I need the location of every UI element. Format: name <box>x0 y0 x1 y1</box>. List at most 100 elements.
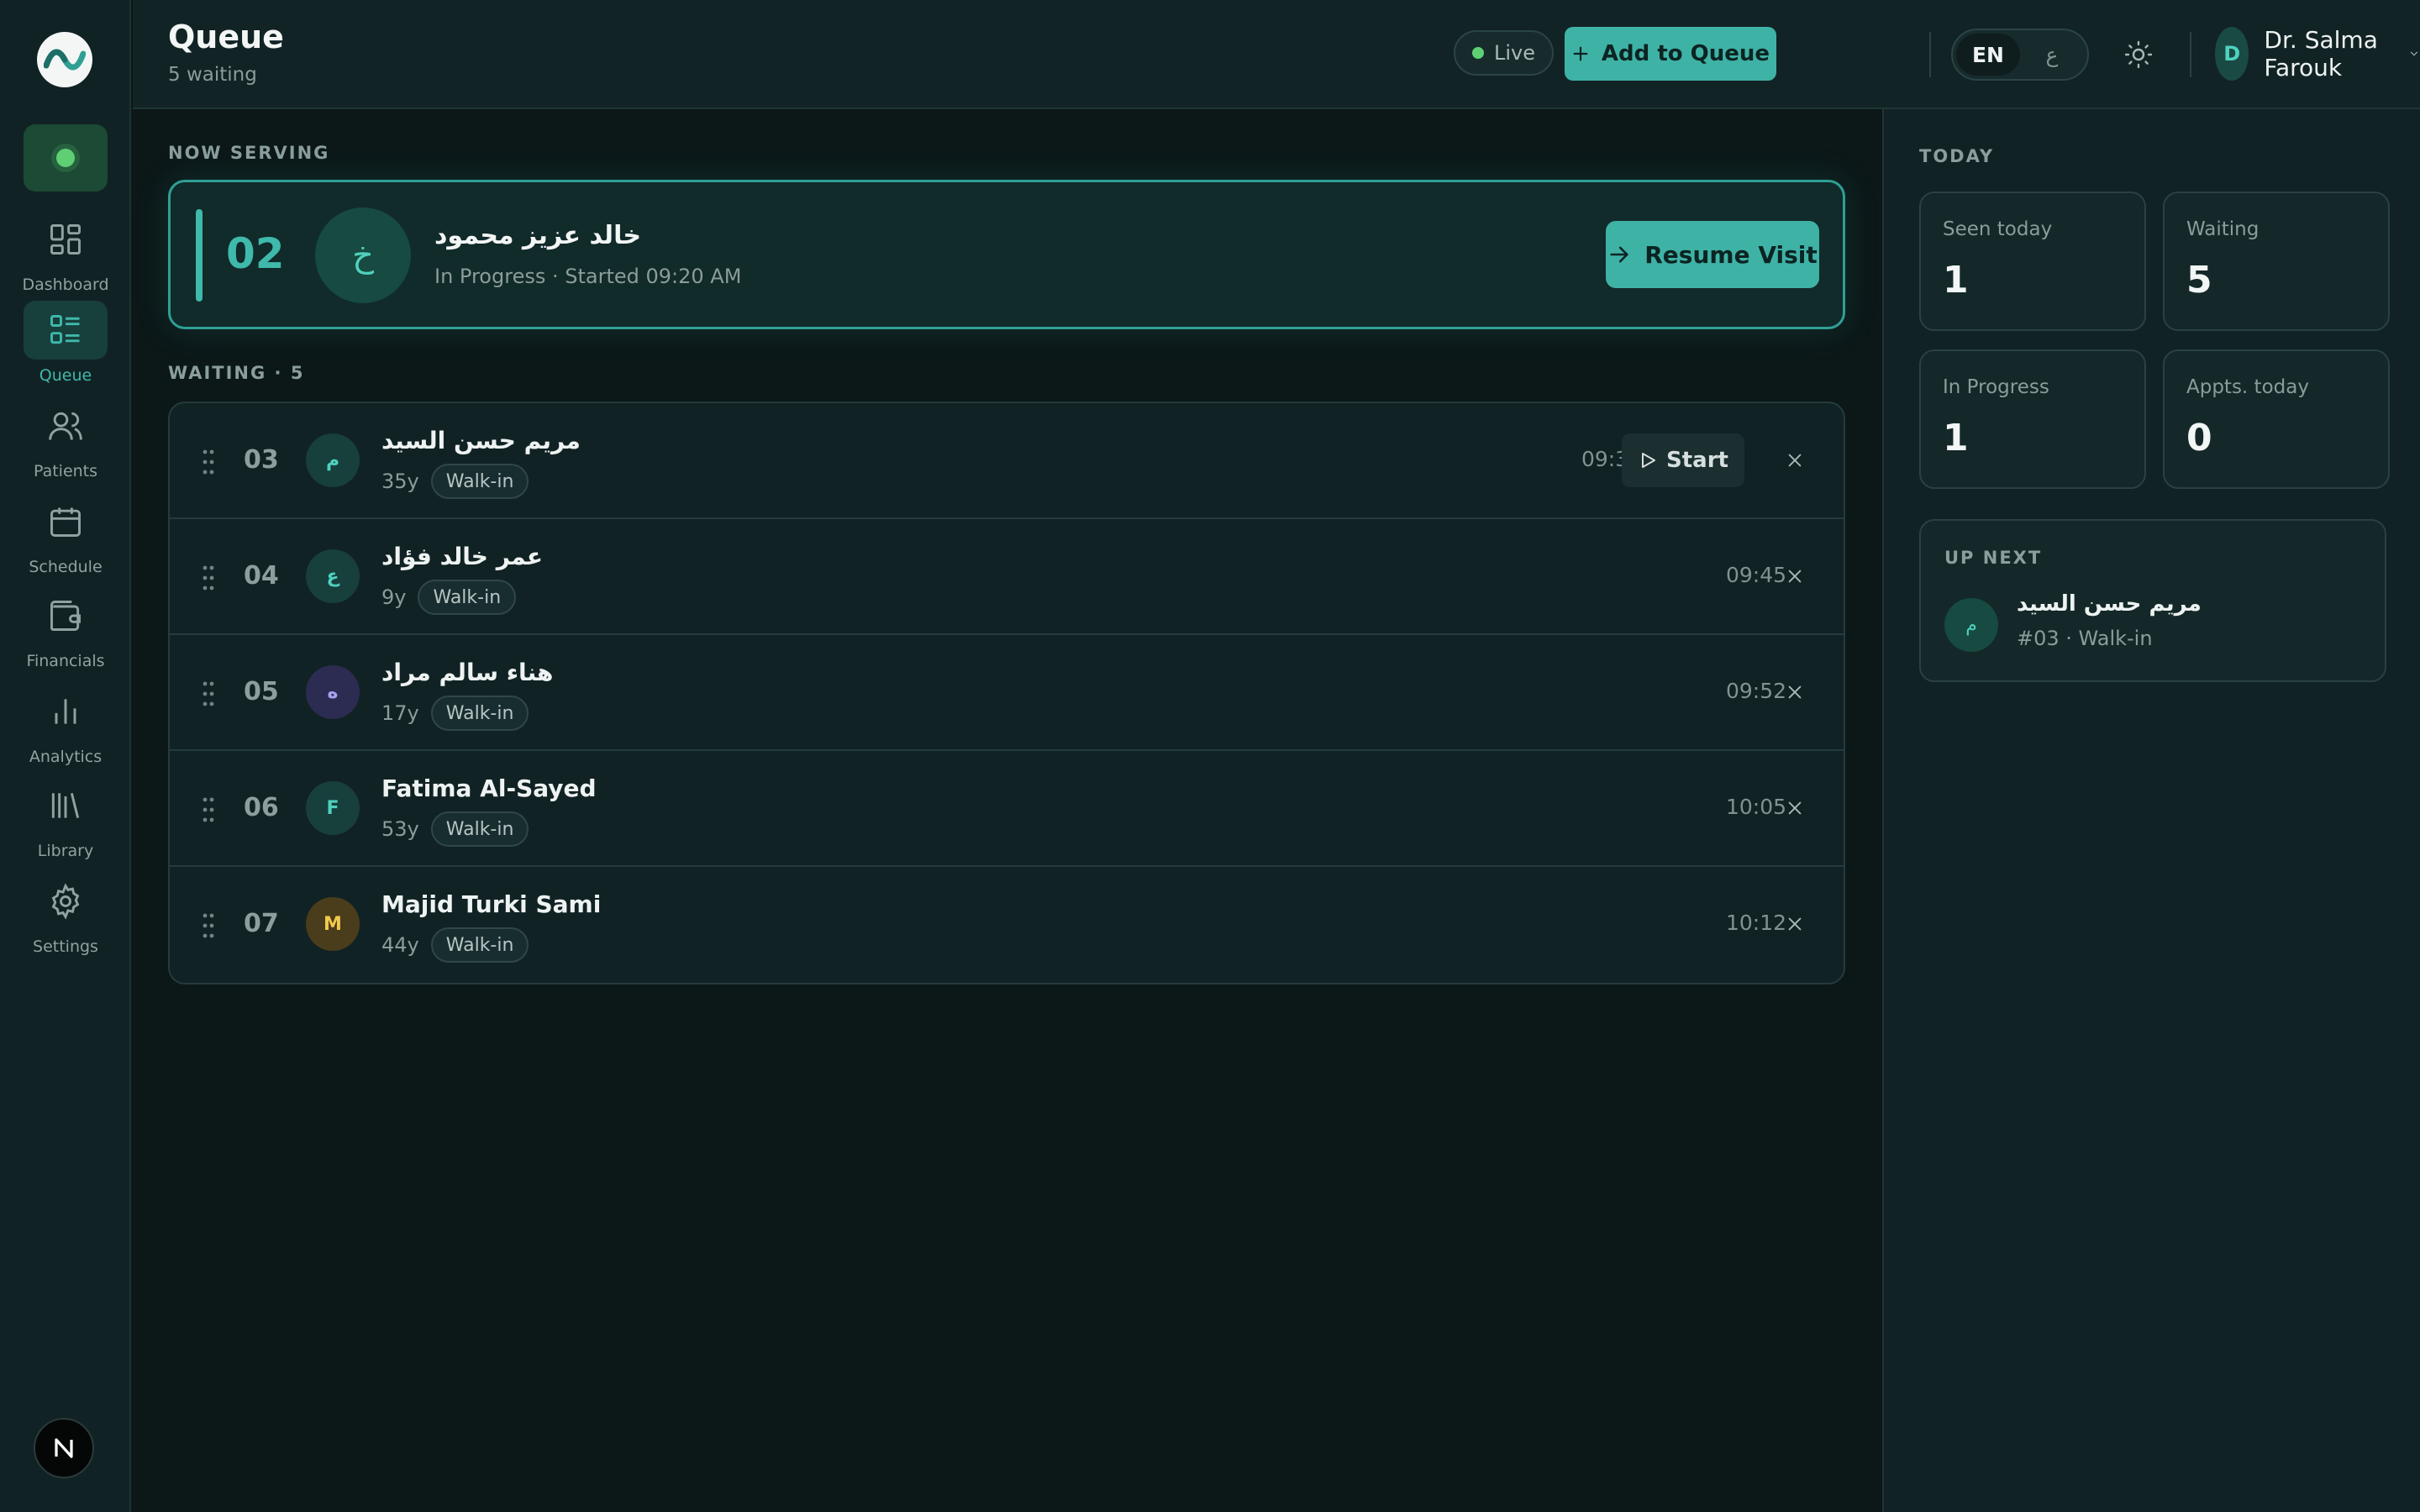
waiting-queue-list: 03 م مريم حسن السيد 35y Walk-in 09:30 St… <box>168 402 1845 984</box>
now-serving-card: 02 خ خالد عزيز محمود In Progress · Start… <box>168 180 1845 329</box>
up-next-meta: #03 · Walk-in <box>2017 627 2153 650</box>
patient-name[interactable]: Fatima Al-Sayed <box>381 774 597 802</box>
start-visit-button[interactable]: Start <box>1622 433 1744 487</box>
visit-type-tag: Walk-in <box>430 811 529 847</box>
patient-name[interactable]: هناء سالم مراد <box>381 659 553 686</box>
remove-from-queue-button[interactable] <box>1780 793 1810 823</box>
queue-row[interactable]: 05 ه هناء سالم مراد 17y Walk-in 09:52 <box>170 635 1844 751</box>
add-to-queue-button[interactable]: Add to Queue <box>1565 27 1776 81</box>
theme-toggle-button[interactable] <box>2118 34 2160 76</box>
sidebar-item-patients[interactable]: Patients <box>0 396 131 480</box>
lang-option-ar[interactable]: ع <box>2020 34 2084 76</box>
serving-status: In Progress · Started 09:20 AM <box>434 265 742 288</box>
patient-age: 17y <box>381 701 419 725</box>
online-status-tile[interactable] <box>24 124 108 192</box>
drag-handle-icon[interactable] <box>202 680 215 707</box>
user-menu[interactable]: D Dr. Salma Farouk <box>2215 26 2420 81</box>
waiting-heading: WAITING · 5 <box>168 363 305 383</box>
patient-name[interactable]: عمر خالد فؤاد <box>381 543 543 570</box>
up-next-card[interactable]: UP NEXT م مريم حسن السيد #03 · Walk-in <box>1919 519 2386 682</box>
drag-handle-icon[interactable] <box>202 564 215 591</box>
queue-row[interactable]: 07 M Majid Turki Sami 44y Walk-in 10:12 <box>170 867 1844 983</box>
queue-time: 10:12 <box>1726 911 1787 935</box>
sidebar-item-label: Settings <box>33 937 98 956</box>
today-heading: TODAY <box>1919 146 1995 166</box>
calendar-icon <box>50 507 81 537</box>
chevron-down-icon <box>2411 51 2418 56</box>
remove-from-queue-button[interactable] <box>1780 909 1810 939</box>
queue-time: 09:45 <box>1726 563 1787 587</box>
now-serving-heading: NOW SERVING <box>168 143 330 163</box>
queue-time: 09:52 <box>1726 679 1787 703</box>
sidebar-item-schedule[interactable]: Schedule <box>0 492 131 576</box>
up-next-patient-name: مريم حسن السيد <box>2017 591 2202 617</box>
sidebar-item-label: Schedule <box>29 558 103 576</box>
sidebar-item-label: Analytics <box>29 748 103 766</box>
sidebar-item-financials[interactable]: Financials <box>0 586 131 670</box>
remove-from-queue-button[interactable] <box>1780 677 1810 707</box>
patient-name[interactable]: مريم حسن السيد <box>381 427 581 454</box>
visit-type-tag: Walk-in <box>430 696 529 731</box>
patient-avatar: M <box>306 897 360 951</box>
language-toggle[interactable]: EN ع <box>1951 29 2089 81</box>
top-header: Queue 5 waiting Live Add to Queue EN ع D… <box>133 0 2420 109</box>
gear-icon <box>51 883 80 920</box>
sidebar-item-settings[interactable]: Settings <box>0 872 131 956</box>
queue-row[interactable]: 03 م مريم حسن السيد 35y Walk-in 09:30 St… <box>170 403 1844 519</box>
sidebar-item-label: Dashboard <box>22 276 109 294</box>
queue-row[interactable]: 04 ع عمر خالد فؤاد 9y Walk-in 09:45 <box>170 519 1844 635</box>
resume-visit-label: Resume Visit <box>1644 240 1818 269</box>
close-icon <box>1788 685 1802 699</box>
close-icon <box>1788 801 1802 815</box>
sidebar-item-dashboard[interactable]: Dashboard <box>0 210 131 294</box>
n-logo-icon <box>55 1438 73 1458</box>
patient-avatar: F <box>306 781 360 835</box>
stat-value: 0 <box>2186 417 2212 459</box>
sidebar-item-label: Patients <box>33 462 98 480</box>
library-icon <box>51 792 80 819</box>
queue-number: 07 <box>244 909 279 938</box>
serving-accent-bar <box>196 209 203 302</box>
sidebar-item-queue[interactable]: Queue <box>0 301 131 385</box>
dashboard-icon <box>50 224 81 255</box>
user-name: Dr. Salma Farouk <box>2264 26 2378 81</box>
patient-age: 9y <box>381 585 407 609</box>
queue-number: 03 <box>244 445 279 475</box>
stat-value: 5 <box>2186 259 2212 302</box>
stat-card-appointments-today: Appts. today 0 <box>2163 349 2390 489</box>
sidebar-item-library[interactable]: Library <box>0 776 131 860</box>
wallet-icon <box>50 601 81 631</box>
remove-from-queue-button[interactable] <box>1780 445 1810 475</box>
add-to-queue-label: Add to Queue <box>1601 41 1770 66</box>
stat-value: 1 <box>1943 417 1969 459</box>
drag-handle-icon[interactable] <box>202 912 215 939</box>
online-status-dot <box>56 149 75 167</box>
sidebar-item-analytics[interactable]: Analytics <box>0 682 131 766</box>
header-divider <box>2190 32 2191 77</box>
lang-option-en[interactable]: EN <box>1956 34 2020 76</box>
drag-handle-icon[interactable] <box>202 796 215 823</box>
users-icon <box>49 412 82 440</box>
app-logo[interactable] <box>37 32 92 87</box>
close-icon <box>1788 917 1802 931</box>
start-label: Start <box>1666 448 1728 473</box>
drag-handle-icon[interactable] <box>202 449 215 475</box>
up-next-heading: UP NEXT <box>1944 548 2043 568</box>
patient-avatar: ع <box>306 549 360 603</box>
queue-row[interactable]: 06 F Fatima Al-Sayed 53y Walk-in 10:05 <box>170 751 1844 867</box>
queue-time: 10:05 <box>1726 795 1787 819</box>
queue-number: 06 <box>244 793 279 822</box>
play-icon <box>1642 453 1656 468</box>
remove-from-queue-button[interactable] <box>1780 561 1810 591</box>
resume-visit-button[interactable]: Resume Visit <box>1606 221 1819 288</box>
header-divider <box>1929 32 1931 77</box>
serving-patient-name: خالد عزيز محمود <box>434 221 641 250</box>
live-dot-icon <box>1472 47 1484 59</box>
patient-avatar: ه <box>306 665 360 719</box>
stat-label: Seen today <box>1943 218 2053 240</box>
patient-name[interactable]: Majid Turki Sami <box>381 890 601 918</box>
serving-avatar: خ <box>315 207 411 303</box>
up-next-avatar: م <box>1944 598 1998 652</box>
sidebar-item-label: Financials <box>26 652 105 670</box>
dev-badge[interactable] <box>34 1418 94 1478</box>
